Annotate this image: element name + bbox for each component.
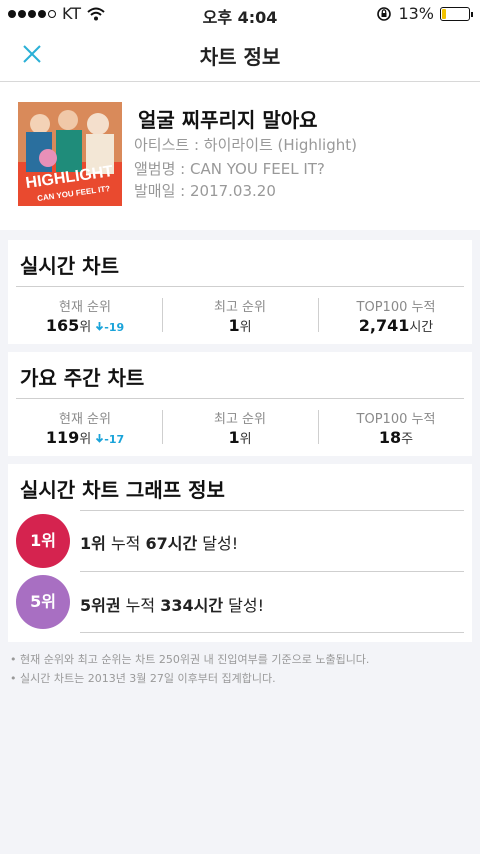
realtime-chart-card: 실시간 차트 현재 순위 165위 -19 최고 순위 1위 TOP100 누적 … (8, 240, 472, 344)
best-rank-label: 최고 순위 (214, 300, 266, 315)
best-rank: 최고 순위 1위 (163, 288, 317, 342)
current-rank: 현재 순위 119위 -17 (8, 400, 162, 454)
page-title: 차트 정보 (199, 45, 281, 69)
song-release-date: 발매일 : 2017.03.20 (134, 182, 276, 200)
weekly-chart-card: 가요 주간 차트 현재 순위 119위 -17 최고 순위 1위 TOP100 누… (8, 352, 472, 456)
best-rank-value: 1위 (163, 428, 317, 447)
best-rank-number: 1 (228, 316, 240, 335)
achievement-text: 누적 (105, 534, 146, 553)
best-rank-number: 1 (228, 428, 240, 447)
best-rank: 최고 순위 1위 (163, 400, 317, 454)
album-cover[interactable]: HIGHLIGHT CAN YOU FEEL IT? (18, 102, 122, 206)
divider (16, 286, 464, 287)
rank-change-value: -17 (104, 433, 125, 446)
realtime-stats: 현재 순위 165위 -19 최고 순위 1위 TOP100 누적 2,741시간 (8, 288, 472, 342)
top100-total: TOP100 누적 18주 (319, 400, 473, 454)
song-info: HIGHLIGHT CAN YOU FEEL IT? 얼굴 찌푸리지 말아요 아… (0, 82, 480, 230)
divider (80, 571, 464, 572)
top100-number: 2,741 (358, 316, 410, 335)
footnote: • 실시간 차트는 2013년 3월 27일 이후부터 집계합니다. (10, 672, 276, 685)
rank-badge-first: 1위 (16, 514, 70, 568)
graph-info-title: 실시간 차트 그래프 정보 (20, 478, 225, 502)
divider (16, 398, 464, 399)
current-rank-label: 현재 순위 (59, 300, 111, 315)
top100-number: 18 (378, 428, 402, 447)
top100-unit: 시간 (409, 320, 434, 335)
rank-change: -19 (95, 321, 124, 334)
best-rank-unit: 위 (239, 432, 252, 447)
current-rank: 현재 순위 165위 -19 (8, 288, 162, 342)
weekly-chart-title: 가요 주간 차트 (20, 366, 145, 390)
achievement-top5: 5위권 누적 334시간 달성! (80, 592, 264, 616)
achievement-hours: 67시간 (145, 534, 198, 553)
battery-percent: 13% (398, 4, 434, 23)
footnotes: • 현재 순위와 최고 순위는 차트 250위권 내 진입여부를 기준으로 노출… (10, 650, 369, 688)
header: 차트 정보 (0, 28, 480, 82)
song-title: 얼굴 찌푸리지 말아요 (138, 108, 318, 132)
achievement-suffix: 달성! (197, 534, 239, 553)
top100-total: TOP100 누적 2,741시간 (319, 288, 473, 342)
rank-change-value: -19 (104, 321, 125, 334)
album-cover-art: HIGHLIGHT CAN YOU FEEL IT? (18, 102, 122, 206)
current-rank-number: 165 (45, 316, 80, 335)
realtime-chart-title: 실시간 차트 (20, 254, 119, 278)
arrow-down-icon (96, 434, 104, 443)
status-right: 13% (376, 4, 473, 23)
achievement-first: 1위 누적 67시간 달성! (80, 530, 238, 554)
graph-info-card: 실시간 차트 그래프 정보 1위 1위 누적 67시간 달성! 5위 5위권 누… (8, 464, 472, 642)
best-rank-label: 최고 순위 (214, 412, 266, 427)
song-artist: 아티스트 : 하이라이트 (Highlight) (134, 136, 357, 154)
current-rank-value: 165위 -19 (8, 316, 162, 335)
achievement-hours: 334시간 (160, 596, 224, 615)
achievement-text: 누적 (120, 596, 161, 615)
top100-unit: 주 (401, 432, 414, 447)
divider (80, 510, 464, 511)
arrow-down-icon (96, 322, 104, 331)
weekly-stats: 현재 순위 119위 -17 최고 순위 1위 TOP100 누적 18주 (8, 400, 472, 454)
current-rank-value: 119위 -17 (8, 428, 162, 447)
divider (80, 632, 464, 633)
song-album: 앨범명 : CAN YOU FEEL IT? (134, 160, 325, 178)
current-rank-label: 현재 순위 (59, 412, 111, 427)
achievement-rank: 5위권 (80, 596, 121, 615)
achievement-rank: 1위 (80, 534, 106, 553)
footnote: • 현재 순위와 최고 순위는 차트 250위권 내 진입여부를 기준으로 노출… (10, 653, 370, 666)
rotation-lock-icon (377, 6, 392, 21)
top100-label: TOP100 누적 (356, 412, 436, 427)
status-bar: KT 오후 4:04 13% (0, 0, 480, 28)
top100-value: 2,741시간 (319, 316, 473, 335)
rank-badge-top5: 5위 (16, 575, 70, 629)
close-button[interactable] (20, 42, 44, 66)
best-rank-unit: 위 (239, 320, 252, 335)
top100-label: TOP100 누적 (356, 300, 436, 315)
achievement-suffix: 달성! (223, 596, 264, 615)
best-rank-value: 1위 (163, 316, 317, 335)
current-rank-number: 119 (45, 428, 80, 447)
battery-icon (440, 6, 473, 21)
close-icon (23, 45, 41, 63)
rank-change: -17 (95, 433, 124, 446)
current-rank-unit: 위 (79, 320, 92, 335)
current-rank-unit: 위 (79, 432, 92, 447)
top100-value: 18주 (319, 428, 473, 447)
battery-fill (442, 8, 446, 19)
